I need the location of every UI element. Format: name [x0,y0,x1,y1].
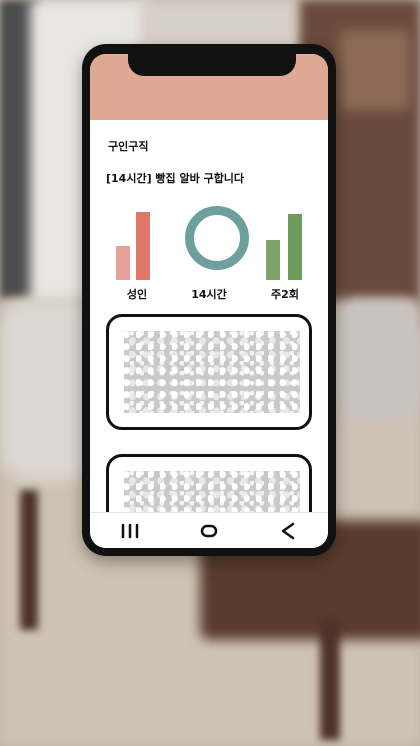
phone-screen: 구인구직 [14시간] 빵집 알바 구합니다 성인 14시간 주2회 [90,54,328,548]
stat-hours-label: 14시간 [191,288,227,301]
back-button[interactable] [268,517,308,545]
job-stats: 성인 14시간 주2회 [90,194,328,304]
home-button[interactable] [189,517,229,545]
phone-notch [128,54,296,76]
stat-hours: 14시간 [174,194,249,304]
category-title: 구인구직 [108,140,149,153]
stat-age: 성인 [102,194,172,304]
recent-apps-button[interactable] [110,517,150,545]
blurred-image-placeholder [124,331,300,413]
stat-frequency: 주2회 [250,194,320,304]
ring-icon [185,206,249,270]
stat-frequency-label: 주2회 [271,288,299,301]
recent-apps-icon [121,523,138,539]
job-headline[interactable]: [14시간] 빵집 알바 구합니다 [106,170,244,186]
back-icon [282,522,295,540]
listing-card-1[interactable] [106,314,312,430]
stat-age-label: 성인 [126,288,148,301]
home-icon [200,524,218,538]
phone-frame: 구인구직 [14시간] 빵집 알바 구합니다 성인 14시간 주2회 [82,44,336,556]
system-navigation-bar [90,512,328,548]
